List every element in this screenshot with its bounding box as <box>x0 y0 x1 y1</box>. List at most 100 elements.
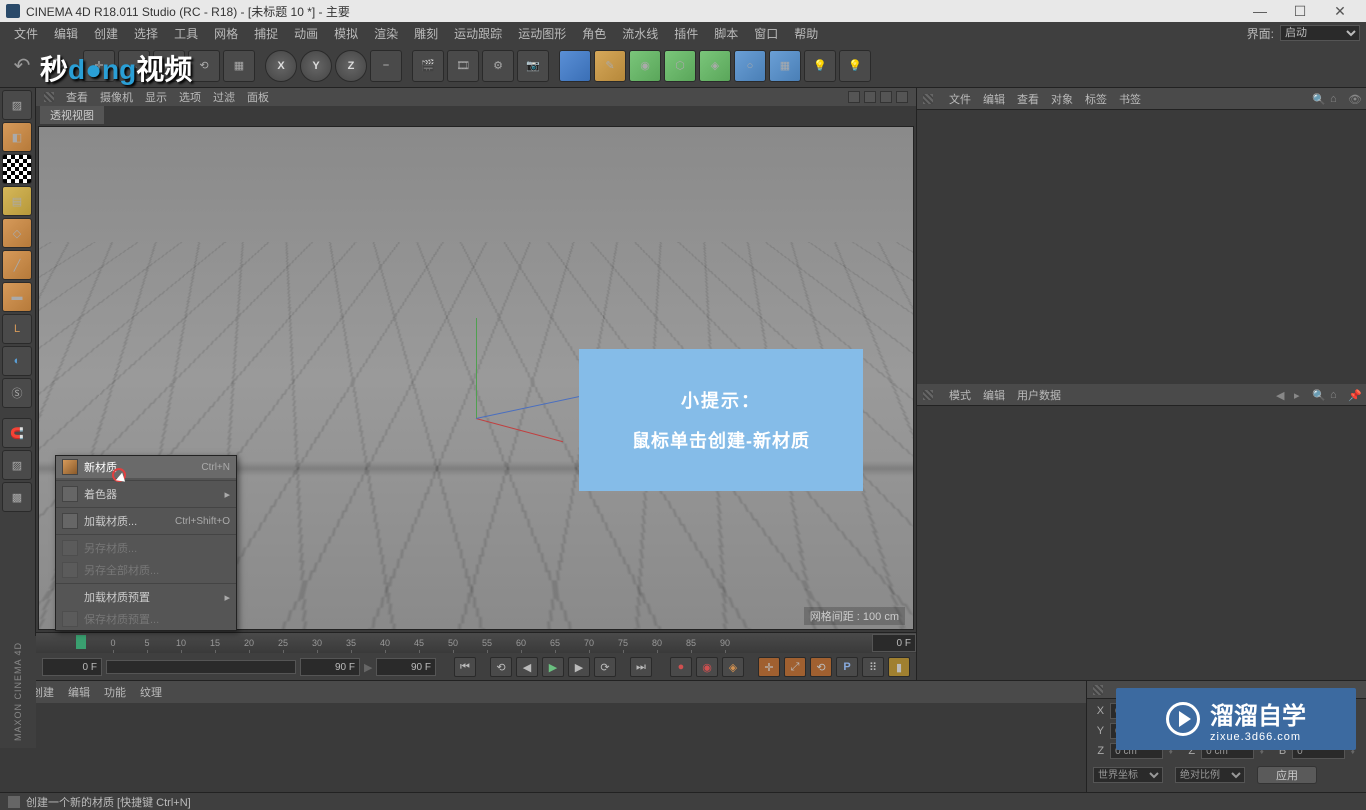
model-mode[interactable]: ◧ <box>2 122 32 152</box>
om-tags[interactable]: 标签 <box>1085 91 1107 107</box>
nav-icon[interactable]: ▸ <box>1294 389 1306 401</box>
pin-icon[interactable]: 📌 <box>1348 389 1360 401</box>
select-tool[interactable]: ✛ <box>83 50 115 82</box>
vp-camera[interactable]: 摄像机 <box>100 89 133 105</box>
picture-viewer[interactable]: 📷 <box>517 50 549 82</box>
make-editable[interactable]: ▨ <box>2 90 32 120</box>
eye-icon[interactable]: 👁 <box>1348 93 1360 105</box>
mat-edit[interactable]: 编辑 <box>68 684 90 700</box>
home-icon[interactable]: ⌂ <box>1330 93 1342 105</box>
texture-mode[interactable] <box>2 154 32 184</box>
menu-char[interactable]: 角色 <box>574 25 614 42</box>
scale-tool[interactable]: ⤢ <box>153 50 185 82</box>
om-edit[interactable]: 编辑 <box>983 91 1005 107</box>
render-view[interactable]: 🎬 <box>412 50 444 82</box>
goto-start[interactable]: ⏮ <box>454 657 476 677</box>
z-axis-lock[interactable]: Z <box>335 50 367 82</box>
x-axis-lock[interactable]: X <box>265 50 297 82</box>
frame-cur1[interactable]: 90 F <box>300 658 360 676</box>
last-tool[interactable]: ▦ <box>223 50 255 82</box>
autokey-button[interactable]: ◉ <box>696 657 718 677</box>
menu-help[interactable]: 帮助 <box>786 25 826 42</box>
mat-tex[interactable]: 纹理 <box>140 684 162 700</box>
om-view[interactable]: 查看 <box>1017 91 1039 107</box>
scale-mode-select[interactable]: 绝对比例 <box>1175 767 1245 783</box>
menu-render[interactable]: 渲染 <box>366 25 406 42</box>
next-key[interactable]: ⟳ <box>594 657 616 677</box>
menu-window[interactable]: 窗口 <box>746 25 786 42</box>
prev-key[interactable]: ⟲ <box>490 657 512 677</box>
point-mode[interactable]: ◇ <box>2 218 32 248</box>
vp-view[interactable]: 查看 <box>66 89 88 105</box>
magnet[interactable]: 🧲 <box>2 418 32 448</box>
maximize-button[interactable]: ☐ <box>1280 3 1320 20</box>
object-manager-body[interactable] <box>917 110 1366 384</box>
ctx-load-material[interactable]: 加载材质... Ctrl+Shift+O <box>56 510 236 532</box>
spline-pen[interactable]: ✎ <box>594 50 626 82</box>
light2[interactable]: 💡 <box>839 50 871 82</box>
move-tool[interactable]: ↔ <box>118 50 150 82</box>
timeline-slider[interactable] <box>106 660 296 674</box>
home-icon2[interactable]: ⌂ <box>1330 389 1342 401</box>
workplane-1[interactable]: ▨ <box>2 450 32 480</box>
menu-pipeline[interactable]: 流水线 <box>614 25 666 42</box>
pos-key[interactable]: ✛ <box>758 657 780 677</box>
frame-end-display[interactable]: 0 F <box>872 634 916 652</box>
axis-mode[interactable]: L <box>2 314 32 344</box>
prev-frame[interactable]: ◀ <box>516 657 538 677</box>
vp-nav2-icon[interactable] <box>864 91 876 103</box>
ctx-load-preset[interactable]: 加载材质预置 ▸ <box>56 586 236 608</box>
viewport-tab[interactable]: 透视视图 <box>40 106 104 124</box>
vp-display[interactable]: 显示 <box>145 89 167 105</box>
om-bookmarks[interactable]: 书签 <box>1119 91 1141 107</box>
poly-mode[interactable]: ▬ <box>2 282 32 312</box>
menu-anim[interactable]: 动画 <box>286 25 326 42</box>
close-button[interactable]: ✕ <box>1320 3 1360 20</box>
layout-select[interactable]: 启动 <box>1280 25 1360 41</box>
camera[interactable]: ▦ <box>769 50 801 82</box>
light[interactable]: 💡 <box>804 50 836 82</box>
menu-mograph[interactable]: 运动图形 <box>510 25 574 42</box>
coord-system[interactable]: ⎯ <box>370 50 402 82</box>
play-button[interactable]: ▶ <box>542 657 564 677</box>
om-file[interactable]: 文件 <box>949 91 971 107</box>
vp-nav1-icon[interactable] <box>848 91 860 103</box>
render-region[interactable]: 🎞 <box>447 50 479 82</box>
render-settings[interactable]: ⚙ <box>482 50 514 82</box>
search-icon[interactable]: 🔍 <box>1312 93 1324 105</box>
timeline-ruler[interactable]: 0 5 10 15 20 25 30 35 40 45 50 55 60 65 … <box>36 633 916 653</box>
frame-start[interactable]: 0 F <box>42 658 102 676</box>
menu-edit[interactable]: 编辑 <box>46 25 86 42</box>
menu-track[interactable]: 运动跟踪 <box>446 25 510 42</box>
cube-primitive[interactable] <box>559 50 591 82</box>
vp-nav3-icon[interactable] <box>880 91 892 103</box>
rotate-tool[interactable]: ⟲ <box>188 50 220 82</box>
frame-cur2[interactable]: 90 F <box>376 658 436 676</box>
playhead-icon[interactable] <box>76 635 86 649</box>
menu-create[interactable]: 创建 <box>86 25 126 42</box>
am-edit[interactable]: 编辑 <box>983 387 1005 403</box>
menu-sculpt[interactable]: 雕刻 <box>406 25 446 42</box>
ctx-new-material[interactable]: 新材质 Ctrl+N <box>56 456 236 478</box>
next-frame[interactable]: ▶ <box>568 657 590 677</box>
mat-func[interactable]: 功能 <box>104 684 126 700</box>
param-key[interactable]: P <box>836 657 858 677</box>
undo-button[interactable]: ↶ <box>6 50 38 82</box>
nurbs-generator[interactable]: ◉ <box>629 50 661 82</box>
deformer[interactable]: ◈ <box>699 50 731 82</box>
ctx-shader[interactable]: 着色器 ▸ <box>56 483 236 505</box>
keyframe-sel[interactable]: ◈ <box>722 657 744 677</box>
workplane-mode[interactable]: ▤ <box>2 186 32 216</box>
attribute-manager-body[interactable] <box>917 406 1366 680</box>
array-generator[interactable]: ⬡ <box>664 50 696 82</box>
menu-sim[interactable]: 模拟 <box>326 25 366 42</box>
rot-key[interactable]: ⟲ <box>810 657 832 677</box>
am-userdata[interactable]: 用户数据 <box>1017 387 1061 403</box>
menu-file[interactable]: 文件 <box>6 25 46 42</box>
minimize-button[interactable]: — <box>1240 3 1280 19</box>
vp-panel[interactable]: 面板 <box>247 89 269 105</box>
coord-space-select[interactable]: 世界坐标 <box>1093 767 1163 783</box>
key-opts[interactable]: ⠿ <box>862 657 884 677</box>
om-objects[interactable]: 对象 <box>1051 91 1073 107</box>
goto-end[interactable]: ⏭ <box>630 657 652 677</box>
